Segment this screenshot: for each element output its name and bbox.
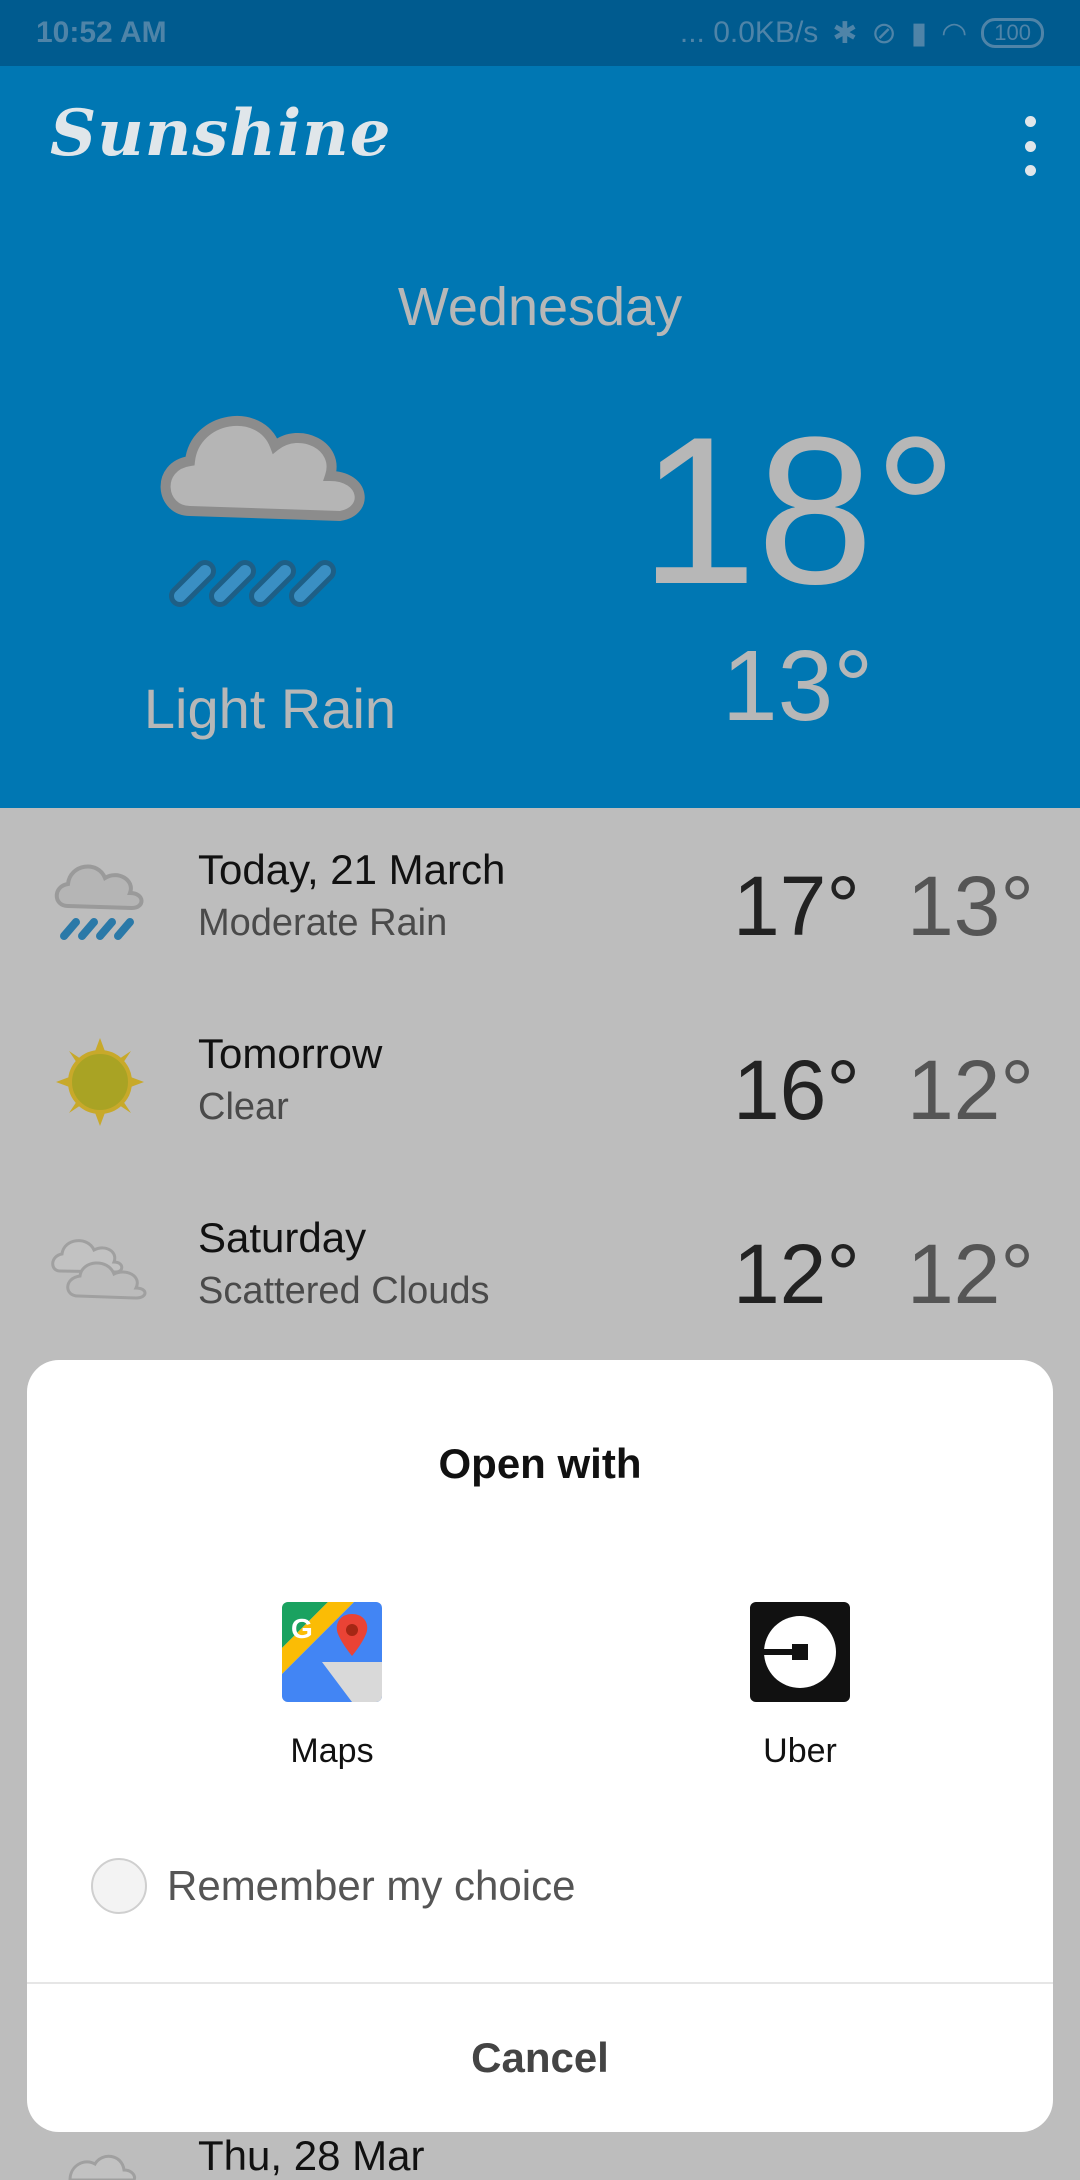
forecast-low: 12°	[906, 1227, 1034, 1321]
wifi-icon: ◠	[941, 16, 968, 50]
clouds-icon	[51, 1239, 147, 1300]
forecast-high: 12°	[732, 1227, 860, 1321]
app-option-label: Maps	[290, 1732, 374, 1770]
app-option-label: Uber	[763, 1732, 837, 1770]
forecast-date: Thu, 28 Mar	[198, 2132, 425, 2179]
bluetooth-icon: ✱	[832, 16, 858, 50]
overflow-menu-icon[interactable]	[1020, 116, 1040, 176]
today-condition: Light Rain	[143, 677, 397, 740]
forecast-row[interactable]: Tomorrow Clear 16° 12°	[0, 992, 1080, 1176]
today-low: 13°	[722, 630, 874, 742]
maps-icon: G	[282, 1602, 382, 1702]
forecast-row[interactable]: Today, 21 March Moderate Rain 17° 13°	[0, 808, 1080, 992]
forecast-date: Today, 21 March	[198, 846, 506, 893]
rain-cloud-icon	[54, 864, 144, 940]
forecast-high: 17°	[732, 859, 860, 953]
forecast-row[interactable]: Saturday Scattered Clouds 12° 12°	[0, 1176, 1080, 1360]
status-icons: ... 0.0KB/s ✱ ⊘ ▮ ◠ 100	[680, 16, 1044, 51]
open-with-dialog: Open with G Maps Uber Remember my choice…	[27, 1360, 1053, 2132]
forecast-date: Saturday	[198, 1214, 367, 1261]
status-time: 10:52 AM	[36, 16, 167, 49]
today-high: 18°	[640, 393, 958, 628]
forecast-list: Today, 21 March Moderate Rain 17° 13° To…	[0, 808, 1080, 1360]
remember-choice-radio[interactable]	[91, 1858, 147, 1914]
rain-cloud-icon	[160, 416, 365, 607]
svg-text:G: G	[291, 1613, 313, 1644]
app-option-maps[interactable]: G Maps	[207, 1602, 457, 1771]
today-summary[interactable]: Wednesday Light Rain 18° 13°	[0, 216, 1080, 808]
remember-choice-label: Remember my choice	[167, 1862, 576, 1909]
clouds-icon	[68, 2154, 136, 2180]
signal-icon: ▮	[910, 16, 928, 50]
forecast-high: 16°	[732, 1043, 860, 1137]
app-option-uber[interactable]: Uber	[675, 1602, 925, 1771]
cancel-button[interactable]: Cancel	[27, 1984, 1053, 2132]
forecast-desc: Moderate Rain	[198, 902, 448, 944]
network-speed: ... 0.0KB/s	[679, 16, 819, 49]
remember-choice[interactable]: Remember my choice	[91, 1858, 575, 1914]
status-bar: 10:52 AM ... 0.0KB/s ✱ ⊘ ▮ ◠ 100	[0, 0, 1080, 66]
battery-icon: 100	[981, 18, 1044, 48]
mute-icon: ⊘	[871, 16, 897, 50]
app-bar: Sunshine	[0, 66, 1080, 216]
forecast-low: 12°	[906, 1043, 1034, 1137]
sun-icon	[56, 1038, 144, 1126]
uber-icon	[750, 1602, 850, 1702]
dialog-title: Open with	[438, 1440, 642, 1487]
forecast-date: Tomorrow	[198, 1030, 383, 1077]
forecast-desc: Scattered Clouds	[198, 1270, 490, 1312]
today-day: Wednesday	[397, 277, 683, 337]
app-title: Sunshine	[50, 96, 392, 171]
forecast-low: 13°	[906, 859, 1034, 953]
forecast-desc: Clear	[198, 1086, 289, 1128]
